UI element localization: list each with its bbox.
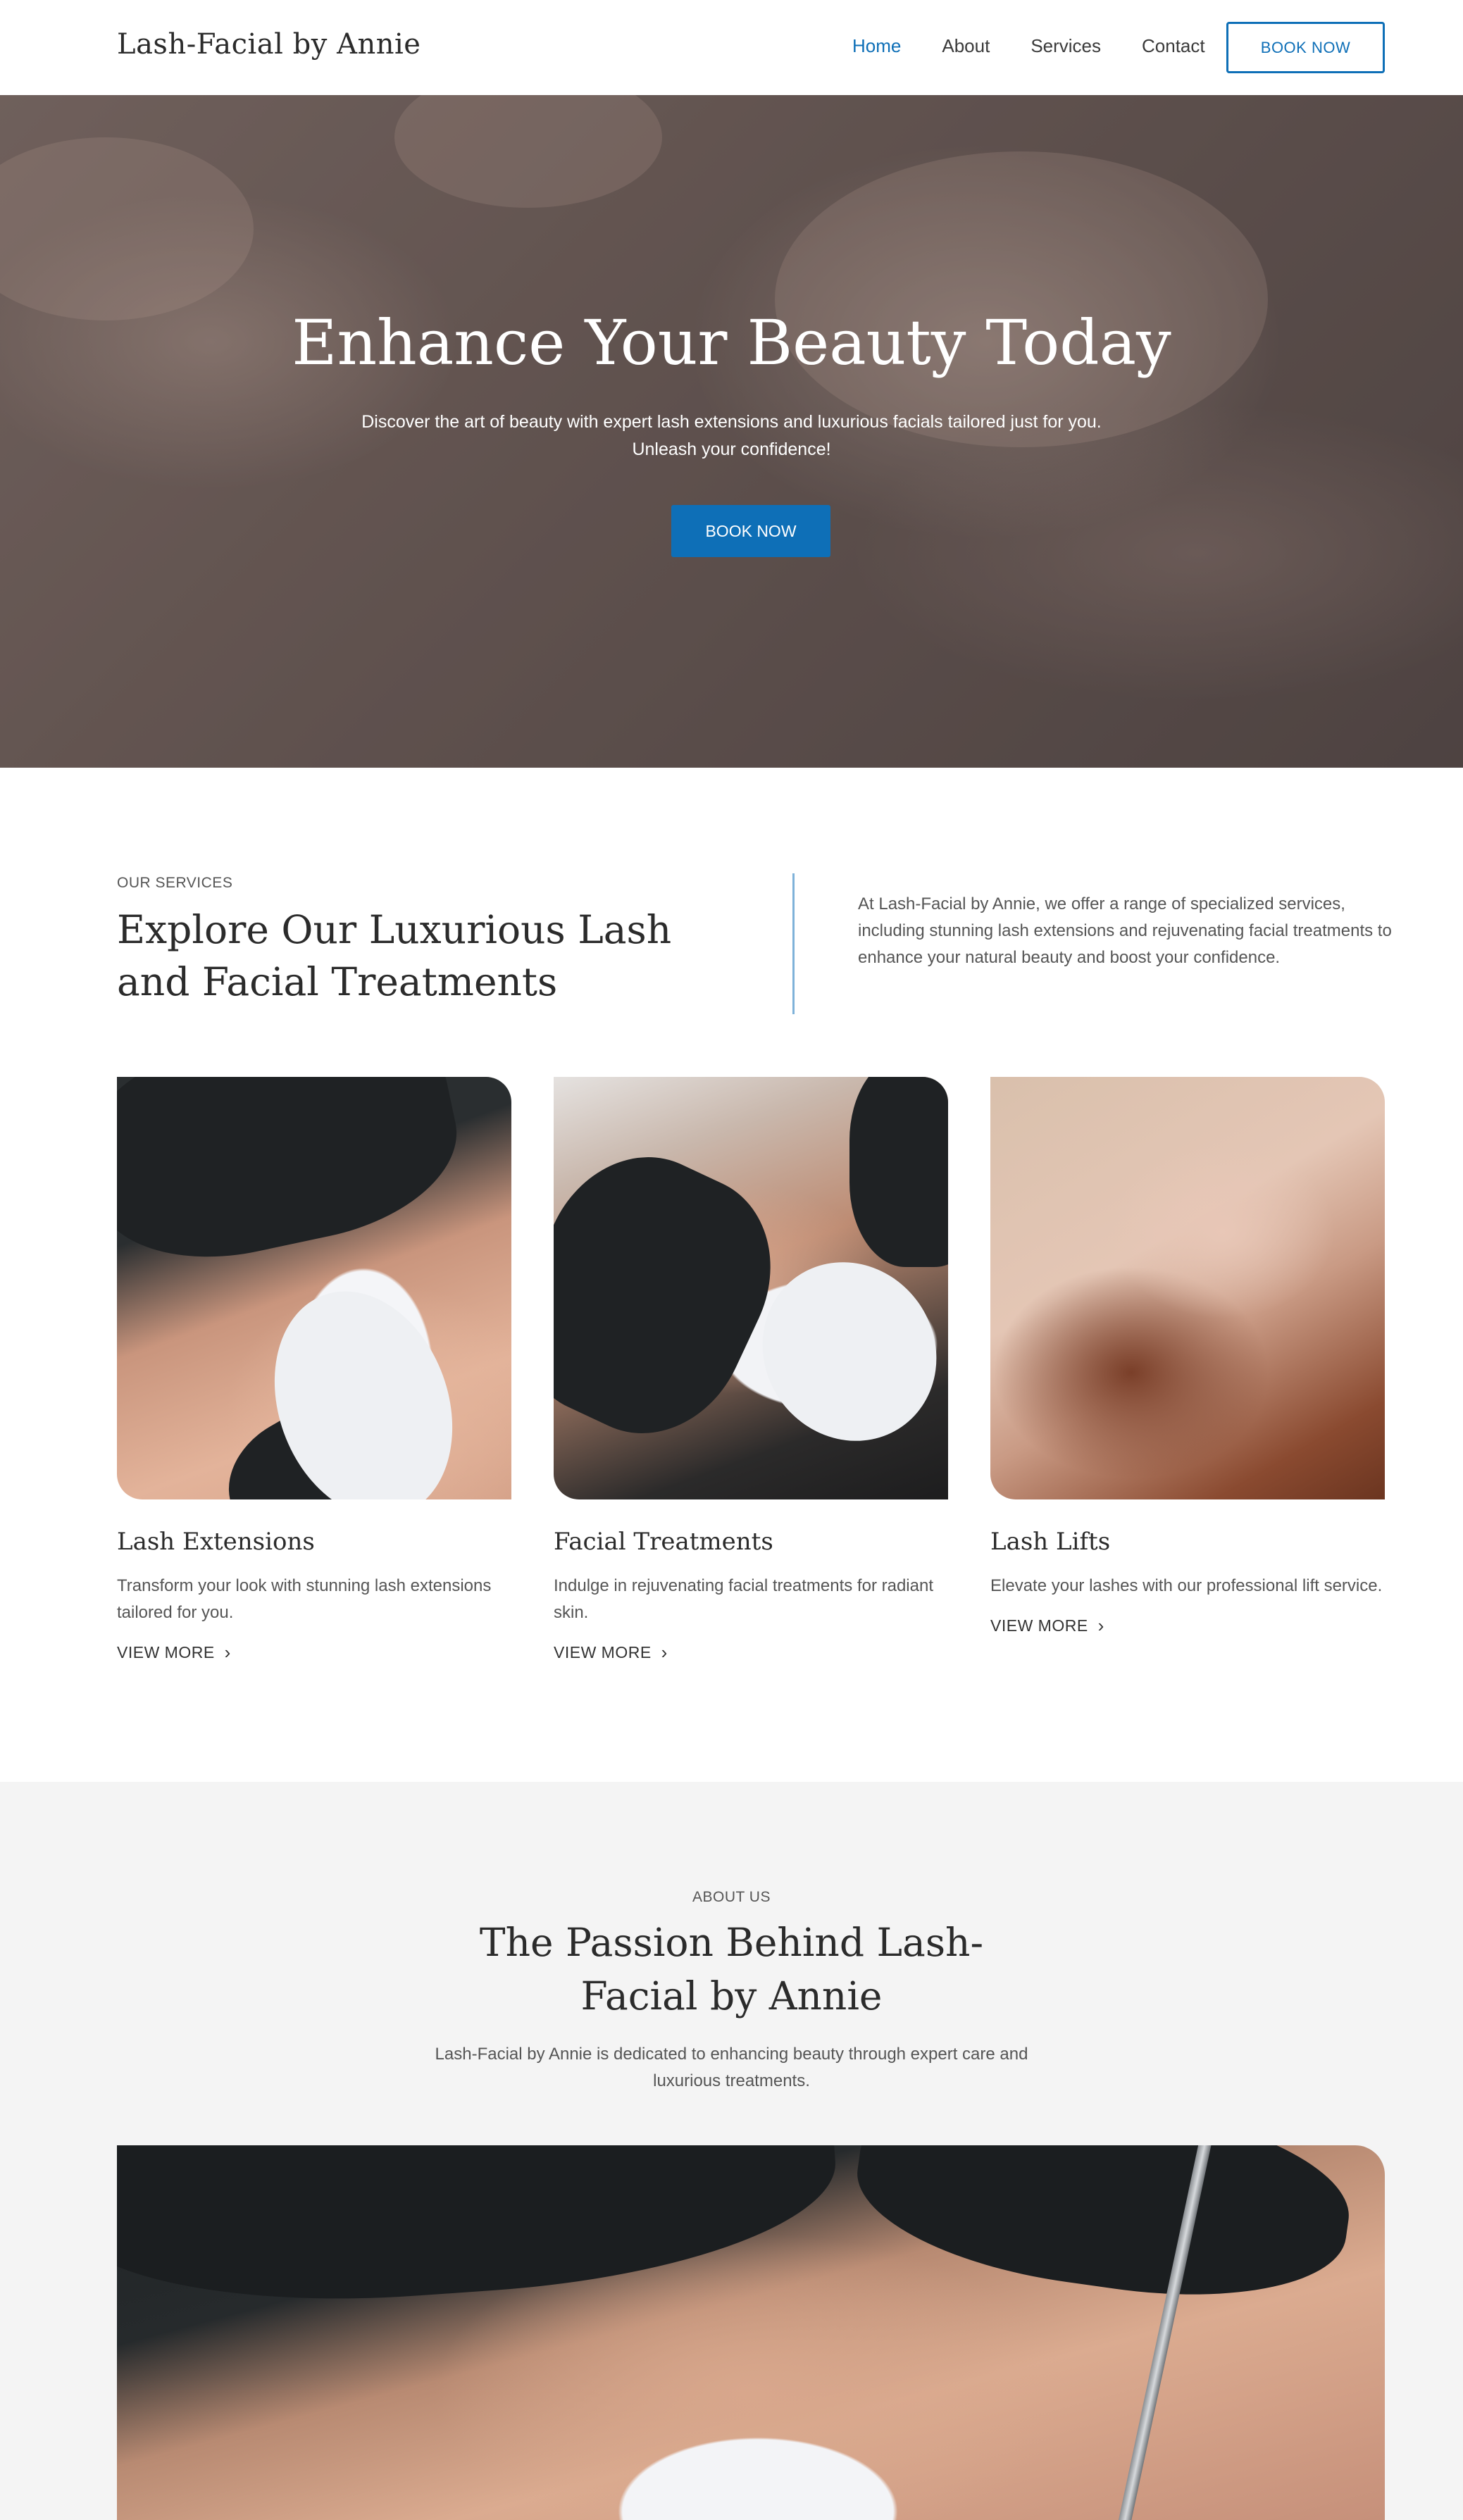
view-more-link[interactable]: VIEW MORE ›	[554, 1642, 668, 1664]
lash-lifts-image[interactable]	[990, 1077, 1385, 1499]
services-intro: At Lash-Facial by Annie, we offer a rang…	[858, 894, 1392, 967]
service-card-lash-lifts: Lash Lifts Elevate your lashes with our …	[990, 1077, 1385, 1637]
card-title: Lash Lifts	[990, 1528, 1111, 1556]
nav-contact[interactable]: Contact	[1142, 35, 1205, 57]
chevron-right-icon: ›	[661, 1642, 668, 1663]
view-more-label: VIEW MORE	[117, 1643, 215, 1661]
view-more-link[interactable]: VIEW MORE ›	[117, 1642, 231, 1664]
service-card-lash-extensions: Lash Extensions Transform your look with…	[117, 1077, 511, 1664]
lash-extensions-image[interactable]	[117, 1077, 511, 1499]
hero-subtitle: Discover the art of beauty with expert l…	[361, 412, 1102, 459]
service-card-facial-treatments: Facial Treatments Indulge in rejuvenatin…	[554, 1077, 948, 1664]
chevron-right-icon: ›	[1097, 1615, 1104, 1636]
nav-home[interactable]: Home	[852, 35, 901, 57]
card-title: Facial Treatments	[554, 1528, 773, 1556]
nav-about[interactable]: About	[942, 35, 990, 57]
about-text: Lash-Facial by Annie is dedicated to enh…	[435, 2045, 1028, 2090]
main-nav: Home About Services Contact	[852, 35, 1246, 57]
card-description: Elevate your lashes with our professiona…	[990, 1576, 1383, 1595]
nav-services[interactable]: Services	[1031, 35, 1101, 57]
hero-section: Enhance Your Beauty Today Discover the a…	[0, 95, 1463, 768]
brand-logo[interactable]: Lash-Facial by Annie	[117, 28, 421, 61]
about-image	[117, 2145, 1385, 2520]
card-description: Transform your look with stunning lash e…	[117, 1576, 492, 1622]
card-title: Lash Extensions	[117, 1528, 315, 1556]
facial-treatments-image[interactable]	[554, 1077, 948, 1499]
hero-book-now-button[interactable]: BOOK NOW	[671, 505, 830, 557]
card-description: Indulge in rejuvenating facial treatment…	[554, 1576, 933, 1622]
services-heading: Explore Our Luxurious Lash and Facial Tr…	[117, 907, 672, 1004]
about-eyebrow: ABOUT US	[692, 1889, 771, 1905]
view-more-label: VIEW MORE	[554, 1643, 652, 1661]
about-heading: The Passion Behind Lash-Facial by Annie	[479, 1920, 984, 2019]
site-header: Lash-Facial by Annie Home About Services…	[0, 0, 1463, 95]
services-eyebrow: OUR SERVICES	[117, 875, 233, 891]
view-more-label: VIEW MORE	[990, 1616, 1088, 1635]
hero-title: Enhance Your Beauty Today	[292, 306, 1171, 379]
view-more-link[interactable]: VIEW MORE ›	[990, 1615, 1104, 1637]
header-book-now-button[interactable]: BOOK NOW	[1226, 22, 1385, 73]
chevron-right-icon: ›	[224, 1642, 231, 1663]
services-divider	[792, 873, 795, 1014]
